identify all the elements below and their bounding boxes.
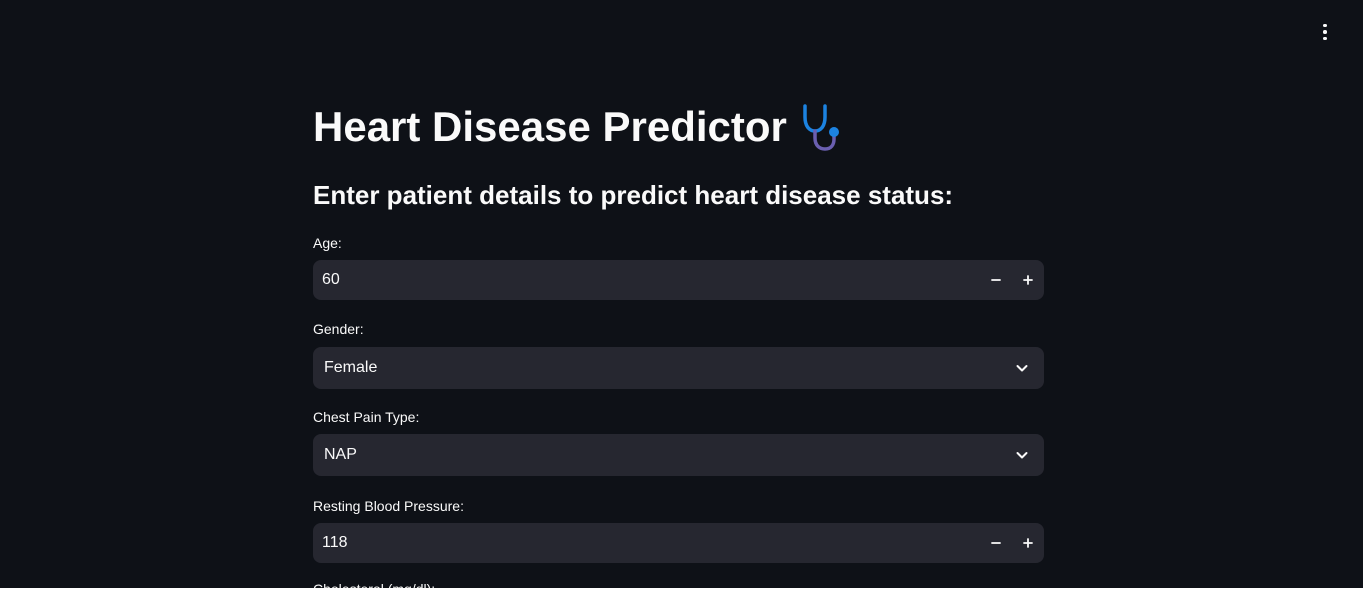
chevron-down-icon[interactable] — [1000, 434, 1044, 476]
resting-bp-increment-button[interactable] — [1012, 523, 1044, 563]
plus-icon — [1023, 538, 1033, 548]
age-label: Age: — [313, 235, 342, 251]
chest-pain-value: NAP — [324, 446, 357, 463]
gender-select[interactable]: Female — [313, 347, 1044, 389]
page-subtitle: Enter patient details to predict heart d… — [313, 180, 954, 210]
menu-dot — [1323, 23, 1327, 28]
age-increment-button[interactable] — [1012, 260, 1044, 300]
page-title: Heart Disease Predictor — [313, 100, 851, 154]
chevron-down-icon[interactable] — [1000, 347, 1044, 389]
app-root: Heart Disease Predictor Enter patient de… — [0, 0, 1363, 589]
plus-icon — [1023, 275, 1033, 285]
page-title-text: Heart Disease Predictor — [313, 103, 787, 150]
menu-dot — [1323, 30, 1327, 34]
gender-value: Female — [324, 359, 378, 376]
age-decrement-button[interactable] — [980, 260, 1012, 300]
minus-icon — [991, 279, 1001, 281]
age-value[interactable]: 60 — [313, 271, 980, 289]
resting-bp-label: Resting Blood Pressure: — [313, 498, 464, 514]
minus-icon — [991, 542, 1001, 544]
resting-bp-value[interactable]: 118 — [313, 534, 980, 552]
stethoscope-icon — [803, 104, 839, 151]
gender-label: Gender: — [313, 321, 364, 337]
main-menu-button[interactable] — [1311, 18, 1339, 46]
resting-bp-decrement-button[interactable] — [980, 523, 1012, 563]
resting-bp-input[interactable]: 118 — [313, 523, 1044, 563]
chest-pain-label: Chest Pain Type: — [313, 409, 420, 425]
menu-dot — [1323, 36, 1327, 41]
age-input[interactable]: 60 — [313, 260, 1044, 300]
chest-pain-select[interactable]: NAP — [313, 434, 1044, 476]
